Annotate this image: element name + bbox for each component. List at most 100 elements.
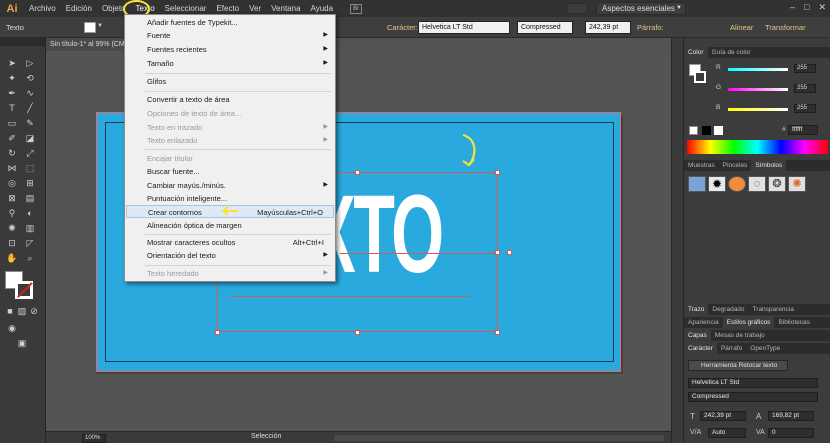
- menu-item-orientacion[interactable]: Orientación del texto ▶: [126, 249, 334, 262]
- font-size-field[interactable]: 242,39 pt: [585, 21, 631, 34]
- slider-value[interactable]: 255: [794, 64, 816, 73]
- char-font-style-field[interactable]: Compressed: [688, 392, 818, 402]
- artboard-tool-icon[interactable]: ⊡: [6, 238, 18, 249]
- tab-color[interactable]: Color: [684, 47, 708, 58]
- font-family-field[interactable]: Helvetica LT Std: [418, 21, 510, 34]
- slider-r[interactable]: R 255: [684, 64, 830, 74]
- resize-handle[interactable]: [215, 330, 220, 335]
- symbol-item[interactable]: ✺: [788, 176, 806, 192]
- resize-handle[interactable]: [355, 170, 360, 175]
- transformar-link[interactable]: Transformar: [765, 23, 806, 32]
- char-kerning-field[interactable]: Auto: [708, 428, 746, 438]
- selection-tool-icon[interactable]: ➤: [6, 58, 18, 69]
- tab-degradado[interactable]: Degradado: [708, 304, 748, 315]
- symbol-item[interactable]: ❂: [768, 176, 786, 192]
- tab-parrafo[interactable]: Párrafo: [717, 343, 746, 354]
- tab-muestras[interactable]: Muestras: [684, 160, 719, 171]
- slider-value[interactable]: 255: [794, 84, 816, 93]
- symbol-item[interactable]: ◌: [748, 176, 766, 192]
- slider-value[interactable]: 255: [794, 104, 816, 113]
- magic-wand-tool-icon[interactable]: ✦: [6, 73, 18, 84]
- menu-item-fuente[interactable]: Fuente ▶: [126, 29, 334, 42]
- symbol-item[interactable]: [728, 176, 746, 192]
- touch-type-button[interactable]: Herramienta Retocar texto: [688, 360, 788, 371]
- resize-handle[interactable]: [355, 330, 360, 335]
- menu-item-alineacion-optica[interactable]: Alineación óptica de margen: [126, 219, 334, 232]
- eraser-tool-icon[interactable]: ◪: [24, 133, 36, 144]
- eyedropper-tool-icon[interactable]: ⚲: [6, 208, 18, 219]
- text-port-handle[interactable]: [507, 250, 512, 255]
- slider-g[interactable]: G 255: [684, 84, 830, 94]
- zoom-tool-icon[interactable]: ⌕: [24, 253, 36, 264]
- menu-item-tamano[interactable]: Tamaño ▶: [126, 57, 334, 70]
- line-tool-icon[interactable]: ╱: [24, 103, 36, 114]
- gradient-tool-icon[interactable]: ▤: [24, 193, 36, 204]
- alinear-link[interactable]: Alinear: [730, 23, 753, 32]
- char-tracking-field[interactable]: 0: [768, 428, 814, 438]
- document-tab[interactable]: Sin título-1* al 95% (CMYK/Vista previa): [46, 38, 126, 51]
- slider-b[interactable]: B 255: [684, 104, 830, 114]
- symbol-sprayer-tool-icon[interactable]: ✺: [6, 223, 18, 234]
- tab-mesas-trabajo[interactable]: Mesas de trabajo: [711, 330, 769, 341]
- horizontal-scrollbar[interactable]: [334, 435, 664, 441]
- tab-pinceles[interactable]: Pinceles: [719, 160, 752, 171]
- char-leading-field[interactable]: 169,82 pt: [768, 411, 814, 421]
- screen-mode-icon[interactable]: ▣: [16, 338, 28, 349]
- paintbrush-tool-icon[interactable]: ✎: [24, 118, 36, 129]
- maximize-button[interactable]: □: [804, 2, 809, 13]
- direct-selection-tool-icon[interactable]: ▷: [24, 58, 36, 69]
- menu-item-glifos[interactable]: Glifos: [126, 75, 334, 88]
- column-graph-tool-icon[interactable]: ▥: [24, 223, 36, 234]
- menu-item-caracteres-ocultos[interactable]: Mostrar caracteres ocultos Alt+Ctrl+I: [126, 236, 334, 249]
- mesh-tool-icon[interactable]: ⊠: [6, 193, 18, 204]
- menu-archivo[interactable]: Archivo: [24, 0, 61, 17]
- none-swatch[interactable]: [689, 126, 698, 135]
- symbol-item[interactable]: ✹: [708, 176, 726, 192]
- resize-handle[interactable]: [495, 330, 500, 335]
- rotate-tool-icon[interactable]: ↻: [6, 148, 18, 159]
- color-mode-icon[interactable]: ■: [4, 306, 16, 317]
- menu-item-puntuacion[interactable]: Puntuación inteligente...: [126, 192, 334, 205]
- char-font-family-field[interactable]: Helvetica LT Std: [688, 378, 818, 388]
- close-button[interactable]: ✕: [818, 2, 826, 13]
- slider-track[interactable]: [728, 68, 788, 71]
- menu-item-buscar-fuente[interactable]: Buscar fuente...: [126, 165, 334, 178]
- font-style-field[interactable]: Compressed: [517, 21, 573, 34]
- type-tool-icon[interactable]: T: [6, 103, 18, 114]
- zoom-field[interactable]: 100%: [82, 434, 106, 443]
- tab-bibliotecas[interactable]: Bibliotecas: [774, 317, 813, 328]
- fill-swatch[interactable]: [84, 22, 96, 33]
- chevron-down-icon[interactable]: ▼: [97, 23, 103, 29]
- lasso-tool-icon[interactable]: ⟲: [24, 73, 36, 84]
- tab-estilos-graficos[interactable]: Estilos gráficos: [722, 317, 775, 328]
- menu-item-typekit[interactable]: Añadir fuentes de Typekit...: [126, 16, 334, 29]
- pen-tool-icon[interactable]: ✒: [6, 88, 18, 99]
- minimize-button[interactable]: –: [790, 2, 795, 13]
- shape-builder-tool-icon[interactable]: ◎: [6, 178, 18, 189]
- tab-simbolos[interactable]: Símbolos: [751, 160, 787, 171]
- blend-tool-icon[interactable]: ◐: [24, 208, 36, 219]
- menu-item-fuentes-recientes[interactable]: Fuentes recientes ▶: [126, 43, 334, 56]
- rectangle-tool-icon[interactable]: ▭: [6, 118, 18, 129]
- slider-track[interactable]: [728, 88, 788, 91]
- workspace-select[interactable]: Aspectos esenciales ▼: [596, 2, 686, 15]
- resize-handle[interactable]: [495, 170, 500, 175]
- menu-edicion[interactable]: Edición: [61, 0, 97, 17]
- perspective-grid-tool-icon[interactable]: ⊞: [24, 178, 36, 189]
- black-swatch[interactable]: [702, 126, 711, 135]
- none-mode-icon[interactable]: ⊘: [28, 306, 40, 317]
- hand-tool-icon[interactable]: ✋: [6, 253, 18, 264]
- search-field[interactable]: [566, 3, 588, 14]
- tab-opentype[interactable]: OpenType: [746, 343, 784, 354]
- scale-tool-icon[interactable]: ⤢: [24, 148, 36, 159]
- slider-track[interactable]: [728, 108, 788, 111]
- hex-field[interactable]: ffffff: [788, 125, 818, 135]
- resize-handle[interactable]: [495, 250, 500, 255]
- white-swatch[interactable]: [714, 126, 723, 135]
- pencil-tool-icon[interactable]: ✐: [6, 133, 18, 144]
- tab-trazo[interactable]: Trazo: [684, 304, 709, 315]
- tab-guia-color[interactable]: Guía de color: [708, 47, 755, 58]
- gradient-mode-icon[interactable]: ▨: [16, 306, 28, 317]
- tab-capas[interactable]: Capas: [684, 330, 711, 341]
- parrafo-link[interactable]: Párrafo:: [637, 23, 664, 32]
